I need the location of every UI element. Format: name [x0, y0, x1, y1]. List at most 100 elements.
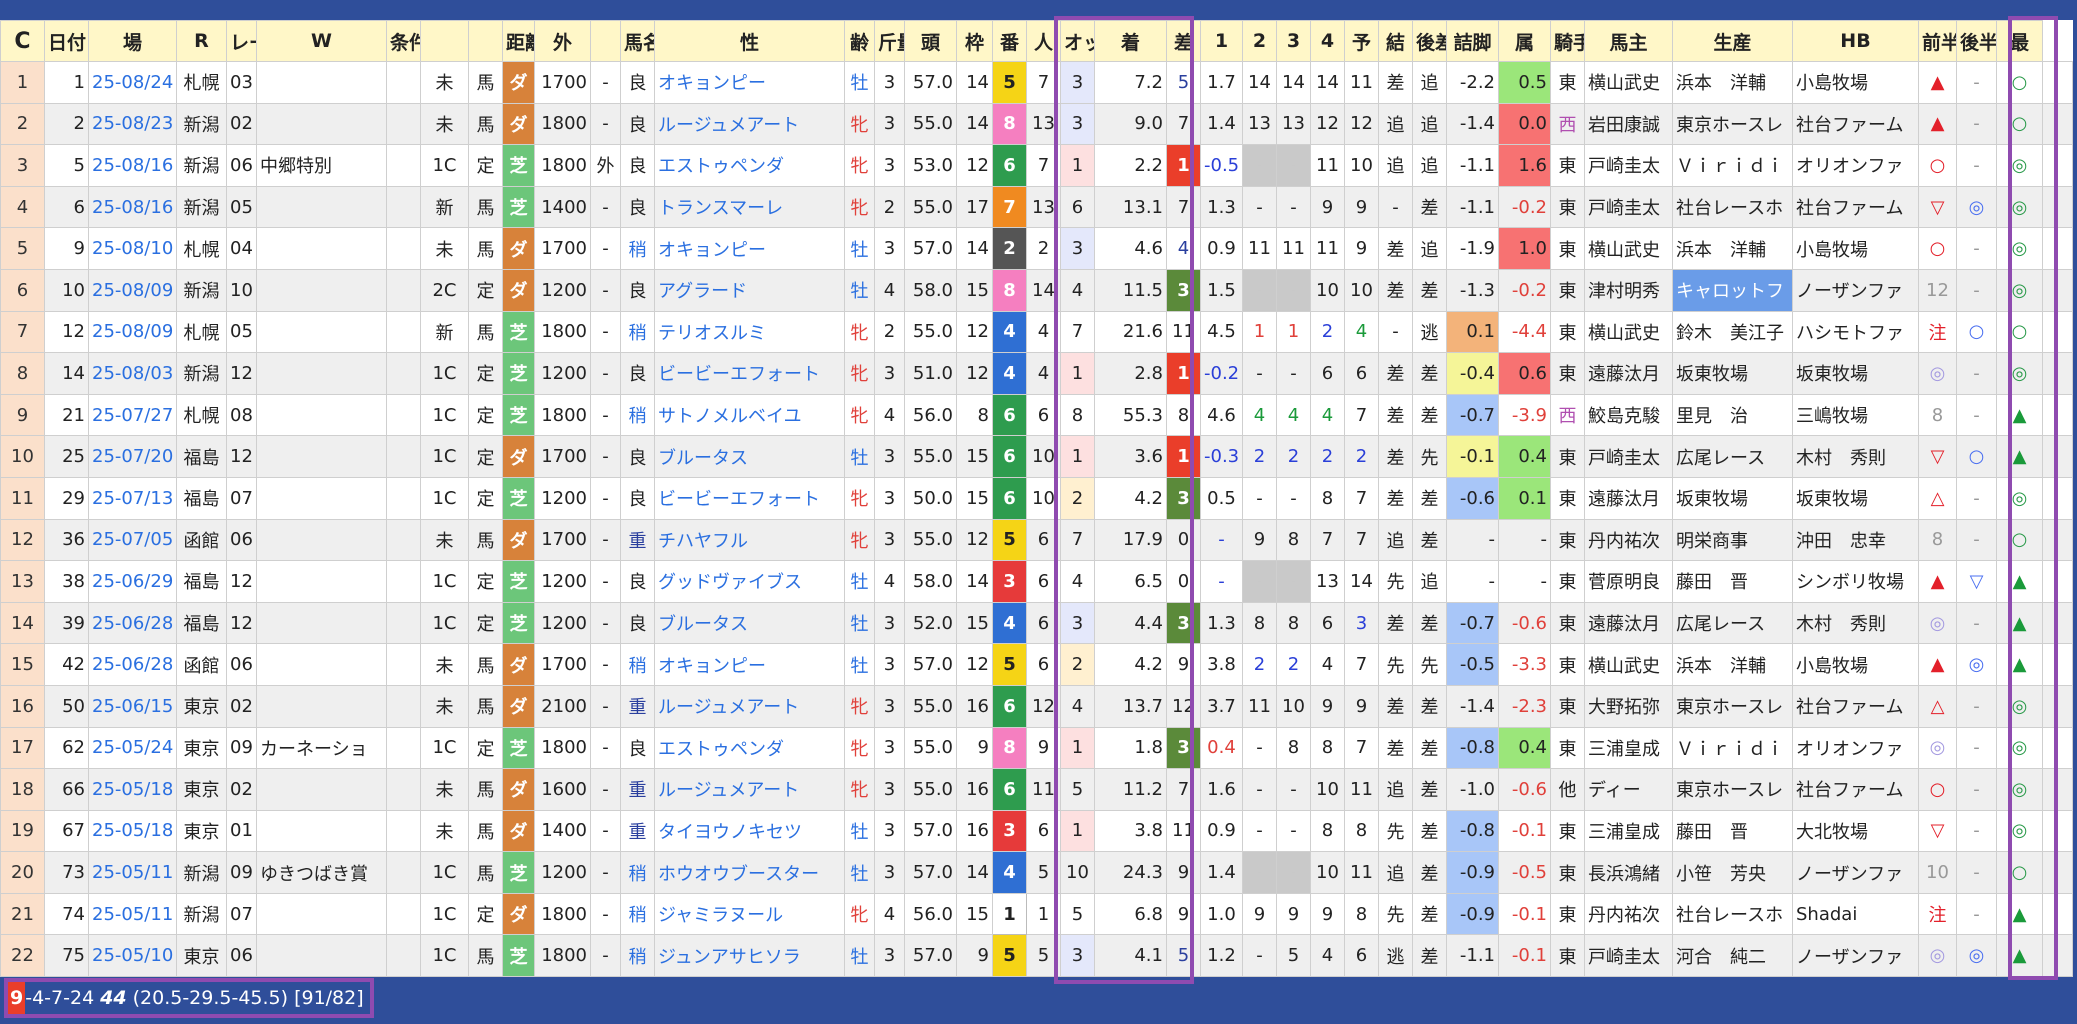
cell-2[interactable]: 25-05/11	[88, 851, 177, 894]
cell-2[interactable]: 25-08/16	[88, 185, 177, 229]
table-row[interactable]: 19 67 25-05/18 東京 01 未馬ダ 1400- 重タイヨウノキセツ牡 3 57.0 1…	[0, 809, 2073, 853]
cell-2[interactable]: 25-05/10	[88, 934, 177, 978]
cell-2[interactable]: 25-06/15	[88, 684, 177, 728]
table-row[interactable]: 18 66 25-05/18 東京 02 未馬ダ 1600- 重ルージュメアート牝 3 55.0 1…	[0, 768, 2073, 811]
col-header-36[interactable]: 後半	[1956, 20, 1997, 62]
col-header-31[interactable]: 騎手	[1550, 20, 1585, 62]
col-header-33[interactable]: 生産	[1672, 20, 1793, 62]
cell-13[interactable]: エストゥペンダ	[654, 726, 845, 770]
cell-13[interactable]: ジャミラヌール	[654, 892, 845, 936]
col-header-6[interactable]	[420, 20, 469, 62]
table-row[interactable]: 16 50 25-06/15 東京 02 未馬ダ 2100- 重ルージュメアート牝 3 55.0 1…	[0, 684, 2073, 728]
col-header-35[interactable]: 前半	[1918, 20, 1957, 62]
col-header-25[interactable]: 4	[1310, 20, 1345, 62]
table-row[interactable]: 7 12 25-08/09 札幌 05 新馬芝 1800- 稍テリオスルミ牝 2 55.0 12 4 4…	[0, 310, 2073, 354]
table-row[interactable]: 10 25 25-07/20 福島 12 1C 定ダ 1700- 良ブルータス牡 3 55.0 15 6…	[0, 435, 2073, 478]
cell-13[interactable]: ルージュメアート	[654, 768, 845, 811]
cell-13[interactable]: タイヨウノキセツ	[654, 809, 845, 853]
table-row[interactable]: 11 29 25-07/13 福島 07 1C 定芝 1200- 良ビービーエフォート牝 3 50.…	[0, 476, 2073, 520]
table-row[interactable]: 9 21 25-07/27 札幌 08 1C 定芝 1800- 稍サトノメルベイユ牝 4 56.0 8…	[0, 393, 2073, 437]
col-header-8[interactable]: 距離	[502, 20, 535, 62]
col-header-10[interactable]	[590, 20, 621, 62]
refresh-button[interactable]: C	[0, 20, 45, 62]
col-header-29[interactable]: 詰脚	[1446, 20, 1499, 62]
cell-2[interactable]: 25-06/28	[88, 643, 177, 686]
cell-13[interactable]: アグラード	[654, 268, 845, 312]
cell-2[interactable]: 25-08/16	[88, 144, 177, 187]
col-header-5[interactable]: 条件	[386, 20, 421, 62]
cell-2[interactable]: 25-05/11	[88, 892, 177, 936]
cell-13[interactable]: テリオスルミ	[654, 310, 845, 354]
table-row[interactable]: 5 9 25-08/10 札幌 04 未馬ダ 1700- 稍オキョンピー牡 3 57.0 14 2 2 3…	[0, 227, 2073, 270]
cell-13[interactable]: ジュンアサヒソラ	[654, 934, 845, 978]
table-row[interactable]: 20 73 25-05/11 新潟 09 ゆきつばき賞 1C 馬芝 1200- 稍ホウオウブースタ…	[0, 851, 2073, 894]
col-header-0[interactable]: 日付	[44, 20, 89, 62]
col-header-1[interactable]: 場	[88, 20, 177, 62]
table-row[interactable]: 3 5 25-08/16 新潟 06 中郷特別 1C 定芝 1800 外良エストゥペンダ牝 3 53.…	[0, 144, 2073, 187]
col-header-30[interactable]: 属	[1498, 20, 1551, 62]
col-header-23[interactable]: 2	[1242, 20, 1277, 62]
table-row[interactable]: 14 39 25-06/28 福島 12 1C 定芝 1200- 良ブルータス牡 3 52.0 15 4…	[0, 601, 2073, 645]
cell-2[interactable]: 25-06/29	[88, 560, 177, 603]
cell-2[interactable]: 25-07/20	[88, 435, 177, 478]
col-header-7[interactable]	[468, 20, 503, 62]
cell-2[interactable]: 25-05/18	[88, 768, 177, 811]
cell-13[interactable]: ブルータス	[654, 435, 845, 478]
cell-2[interactable]: 25-08/10	[88, 227, 177, 270]
col-header-17[interactable]: 番	[992, 20, 1027, 62]
col-header-4[interactable]: W	[256, 20, 387, 62]
cell-2[interactable]: 25-05/24	[88, 726, 177, 770]
col-header-37[interactable]: 最	[1996, 20, 2043, 62]
col-header-11[interactable]: 馬名	[620, 20, 655, 62]
cell-2[interactable]: 25-08/24	[88, 61, 177, 104]
cell-13[interactable]: チハヤフル	[654, 518, 845, 562]
cell-13[interactable]: オキョンピー	[654, 227, 845, 270]
cell-2[interactable]: 25-07/27	[88, 393, 177, 437]
cell-2[interactable]: 25-07/05	[88, 518, 177, 562]
cell-13[interactable]: ルージュメアート	[654, 102, 845, 146]
col-header-18[interactable]: 人	[1026, 20, 1061, 62]
table-row[interactable]: 22 75 25-05/10 東京 06 1C 馬芝 1800- 稍ジュンアサヒソラ牡 3 57.0…	[0, 934, 2073, 978]
col-header-20[interactable]: 着	[1094, 20, 1167, 62]
cell-13[interactable]: ホウオウブースター	[654, 851, 845, 894]
table-row[interactable]: 2 2 25-08/23 新潟 02 未馬ダ 1800- 良ルージュメアート牝 3 55.0 14 8…	[0, 102, 2073, 146]
col-header-19[interactable]: オッズ	[1060, 20, 1095, 62]
col-header-24[interactable]: 3	[1276, 20, 1311, 62]
cell-13[interactable]: ルージュメアート	[654, 684, 845, 728]
table-row[interactable]: 13 38 25-06/29 福島 12 1C 定芝 1200- 良グッドヴァイブス牡 4 58.0…	[0, 560, 2073, 603]
cell-2[interactable]: 25-07/13	[88, 476, 177, 520]
col-header-34[interactable]: HB	[1792, 20, 1919, 62]
col-header-22[interactable]: 1	[1200, 20, 1243, 62]
table-row[interactable]: 21 74 25-05/11 新潟 07 1C 定ダ 1800- 稍ジャミラヌール牝 4 56.0 1…	[0, 892, 2073, 936]
col-header-26[interactable]: 予	[1344, 20, 1379, 62]
cell-13[interactable]: トランスマーレ	[654, 185, 845, 229]
cell-13[interactable]: オキョンピー	[654, 643, 845, 686]
cell-13[interactable]: ブルータス	[654, 601, 845, 645]
cell-13[interactable]: オキョンピー	[654, 61, 845, 104]
cell-2[interactable]: 25-08/03	[88, 352, 177, 395]
col-header-2[interactable]: R	[176, 20, 227, 62]
cell-2[interactable]: 25-08/23	[88, 102, 177, 146]
col-header-12[interactable]: 性	[654, 20, 845, 62]
col-header-16[interactable]: 枠	[956, 20, 993, 62]
col-header-9[interactable]: 外	[534, 20, 591, 62]
col-header-13[interactable]: 齢	[844, 20, 875, 62]
cell-2[interactable]: 25-08/09	[88, 310, 177, 354]
col-header-32[interactable]: 馬主	[1584, 20, 1673, 62]
col-header-15[interactable]: 頭	[904, 20, 957, 62]
cell-13[interactable]: ビービーエフォート	[654, 352, 845, 395]
cell-2[interactable]: 25-06/28	[88, 601, 177, 645]
table-row[interactable]: 1 1 25-08/24 札幌 03 未馬ダ 1700- 良オキョンピー牡 3 57.0 14 5 7 3…	[0, 61, 2073, 104]
col-header-14[interactable]: 斤量	[874, 20, 905, 62]
table-row[interactable]: 12 36 25-07/05 函館 06 未馬ダ 1700- 重チハヤフル牝 3 55.0 12 5 6…	[0, 518, 2073, 562]
table-row[interactable]: 15 42 25-06/28 函館 06 未馬ダ 1700- 稍オキョンピー牡 3 57.0 12 5…	[0, 643, 2073, 686]
table-row[interactable]: 4 6 25-08/16 新潟 05 新馬芝 1400- 良トランスマーレ牝 2 55.0 17 7 1…	[0, 185, 2073, 229]
cell-13[interactable]: グッドヴァイブス	[654, 560, 845, 603]
col-header-28[interactable]: 後差	[1412, 20, 1447, 62]
cell-13[interactable]: エストゥペンダ	[654, 144, 845, 187]
table-row[interactable]: 17 62 25-05/24 東京 09 カーネーショ 1C 定芝 1800- 良エストゥペンダ牝…	[0, 726, 2073, 770]
col-header-27[interactable]: 結	[1378, 20, 1413, 62]
cell-13[interactable]: サトノメルベイユ	[654, 393, 845, 437]
refresh-icon[interactable]: C	[14, 29, 30, 54]
col-header-21[interactable]: 差	[1166, 20, 1201, 62]
